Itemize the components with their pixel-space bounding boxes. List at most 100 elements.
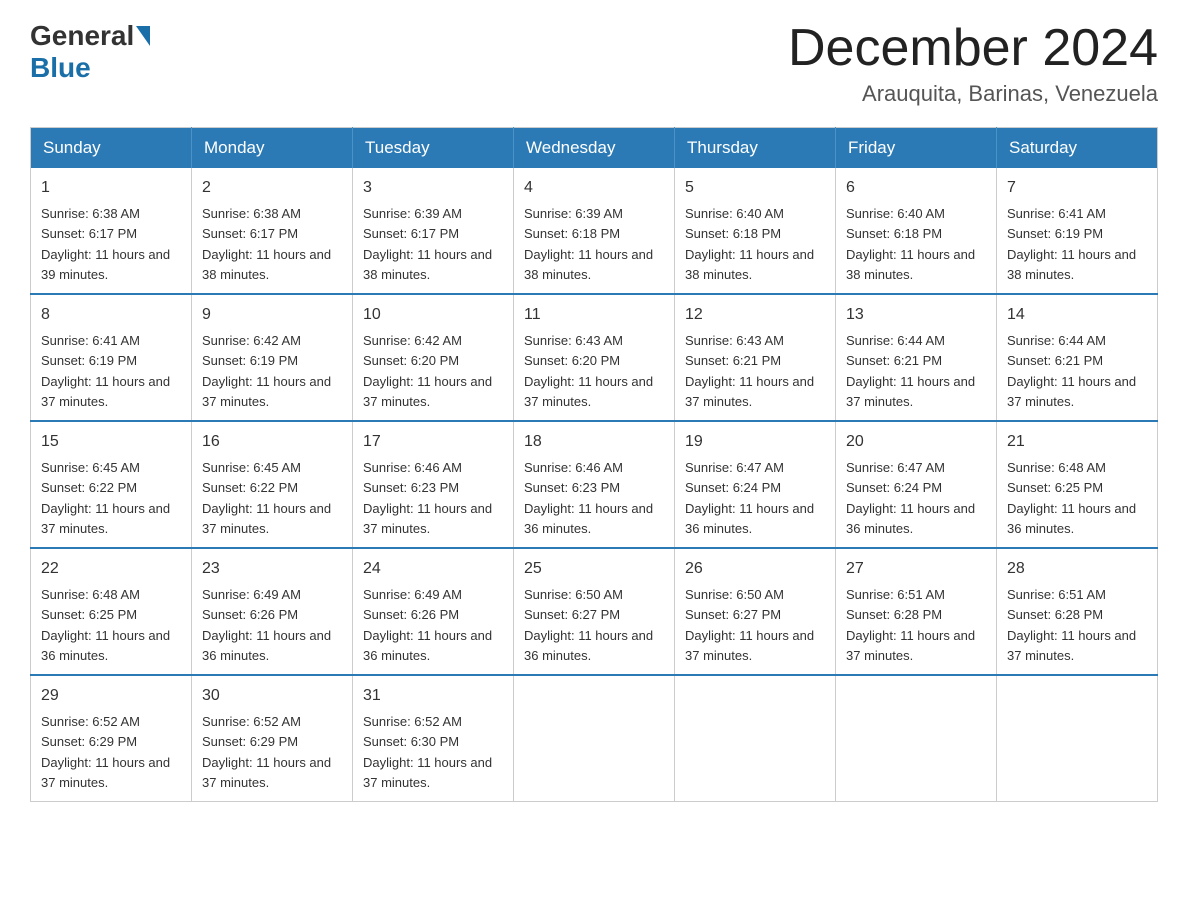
day-info: Sunrise: 6:50 AMSunset: 6:27 PMDaylight:…	[524, 587, 653, 663]
day-info: Sunrise: 6:51 AMSunset: 6:28 PMDaylight:…	[1007, 587, 1136, 663]
day-info: Sunrise: 6:52 AMSunset: 6:29 PMDaylight:…	[202, 714, 331, 790]
day-info: Sunrise: 6:49 AMSunset: 6:26 PMDaylight:…	[363, 587, 492, 663]
day-info: Sunrise: 6:48 AMSunset: 6:25 PMDaylight:…	[41, 587, 170, 663]
day-info: Sunrise: 6:38 AMSunset: 6:17 PMDaylight:…	[41, 206, 170, 282]
day-number: 26	[685, 557, 825, 581]
month-title: December 2024	[788, 20, 1158, 77]
day-info: Sunrise: 6:39 AMSunset: 6:17 PMDaylight:…	[363, 206, 492, 282]
calendar-day-cell: 16 Sunrise: 6:45 AMSunset: 6:22 PMDaylig…	[192, 421, 353, 548]
calendar-day-cell: 4 Sunrise: 6:39 AMSunset: 6:18 PMDayligh…	[514, 168, 675, 294]
day-number: 11	[524, 303, 664, 327]
calendar-day-cell: 7 Sunrise: 6:41 AMSunset: 6:19 PMDayligh…	[997, 168, 1158, 294]
day-info: Sunrise: 6:47 AMSunset: 6:24 PMDaylight:…	[846, 460, 975, 536]
calendar-week-row: 8 Sunrise: 6:41 AMSunset: 6:19 PMDayligh…	[31, 294, 1158, 421]
calendar-day-cell: 15 Sunrise: 6:45 AMSunset: 6:22 PMDaylig…	[31, 421, 192, 548]
day-info: Sunrise: 6:44 AMSunset: 6:21 PMDaylight:…	[1007, 333, 1136, 409]
calendar-week-row: 22 Sunrise: 6:48 AMSunset: 6:25 PMDaylig…	[31, 548, 1158, 675]
day-info: Sunrise: 6:41 AMSunset: 6:19 PMDaylight:…	[41, 333, 170, 409]
calendar-day-cell: 6 Sunrise: 6:40 AMSunset: 6:18 PMDayligh…	[836, 168, 997, 294]
header-tuesday: Tuesday	[353, 128, 514, 169]
day-number: 4	[524, 176, 664, 200]
day-number: 3	[363, 176, 503, 200]
day-number: 2	[202, 176, 342, 200]
day-info: Sunrise: 6:45 AMSunset: 6:22 PMDaylight:…	[41, 460, 170, 536]
day-number: 15	[41, 430, 181, 454]
day-info: Sunrise: 6:45 AMSunset: 6:22 PMDaylight:…	[202, 460, 331, 536]
day-number: 24	[363, 557, 503, 581]
day-number: 27	[846, 557, 986, 581]
day-number: 16	[202, 430, 342, 454]
calendar-day-cell: 30 Sunrise: 6:52 AMSunset: 6:29 PMDaylig…	[192, 675, 353, 802]
day-number: 14	[1007, 303, 1147, 327]
day-info: Sunrise: 6:44 AMSunset: 6:21 PMDaylight:…	[846, 333, 975, 409]
day-number: 10	[363, 303, 503, 327]
header-thursday: Thursday	[675, 128, 836, 169]
day-number: 23	[202, 557, 342, 581]
calendar-day-cell: 25 Sunrise: 6:50 AMSunset: 6:27 PMDaylig…	[514, 548, 675, 675]
day-number: 9	[202, 303, 342, 327]
calendar-day-cell: 28 Sunrise: 6:51 AMSunset: 6:28 PMDaylig…	[997, 548, 1158, 675]
day-info: Sunrise: 6:42 AMSunset: 6:20 PMDaylight:…	[363, 333, 492, 409]
day-number: 5	[685, 176, 825, 200]
calendar-day-cell: 19 Sunrise: 6:47 AMSunset: 6:24 PMDaylig…	[675, 421, 836, 548]
day-info: Sunrise: 6:39 AMSunset: 6:18 PMDaylight:…	[524, 206, 653, 282]
day-number: 28	[1007, 557, 1147, 581]
calendar-day-cell	[997, 675, 1158, 802]
calendar-day-cell: 21 Sunrise: 6:48 AMSunset: 6:25 PMDaylig…	[997, 421, 1158, 548]
day-number: 17	[363, 430, 503, 454]
logo-blue-text: Blue	[30, 52, 91, 83]
calendar-day-cell: 26 Sunrise: 6:50 AMSunset: 6:27 PMDaylig…	[675, 548, 836, 675]
day-number: 20	[846, 430, 986, 454]
calendar-day-cell: 24 Sunrise: 6:49 AMSunset: 6:26 PMDaylig…	[353, 548, 514, 675]
day-number: 25	[524, 557, 664, 581]
header-wednesday: Wednesday	[514, 128, 675, 169]
day-info: Sunrise: 6:52 AMSunset: 6:30 PMDaylight:…	[363, 714, 492, 790]
day-number: 8	[41, 303, 181, 327]
calendar-day-cell	[514, 675, 675, 802]
day-number: 21	[1007, 430, 1147, 454]
day-info: Sunrise: 6:51 AMSunset: 6:28 PMDaylight:…	[846, 587, 975, 663]
day-info: Sunrise: 6:43 AMSunset: 6:20 PMDaylight:…	[524, 333, 653, 409]
day-info: Sunrise: 6:43 AMSunset: 6:21 PMDaylight:…	[685, 333, 814, 409]
header-monday: Monday	[192, 128, 353, 169]
day-info: Sunrise: 6:38 AMSunset: 6:17 PMDaylight:…	[202, 206, 331, 282]
logo: General Blue	[30, 20, 152, 84]
calendar-day-cell: 11 Sunrise: 6:43 AMSunset: 6:20 PMDaylig…	[514, 294, 675, 421]
day-number: 31	[363, 684, 503, 708]
day-number: 29	[41, 684, 181, 708]
calendar-day-cell: 14 Sunrise: 6:44 AMSunset: 6:21 PMDaylig…	[997, 294, 1158, 421]
calendar-day-cell: 9 Sunrise: 6:42 AMSunset: 6:19 PMDayligh…	[192, 294, 353, 421]
day-info: Sunrise: 6:42 AMSunset: 6:19 PMDaylight:…	[202, 333, 331, 409]
location-text: Arauquita, Barinas, Venezuela	[788, 81, 1158, 107]
day-info: Sunrise: 6:47 AMSunset: 6:24 PMDaylight:…	[685, 460, 814, 536]
calendar-day-cell: 20 Sunrise: 6:47 AMSunset: 6:24 PMDaylig…	[836, 421, 997, 548]
day-number: 1	[41, 176, 181, 200]
calendar-day-cell: 29 Sunrise: 6:52 AMSunset: 6:29 PMDaylig…	[31, 675, 192, 802]
day-number: 19	[685, 430, 825, 454]
calendar-table: Sunday Monday Tuesday Wednesday Thursday…	[30, 127, 1158, 802]
day-number: 18	[524, 430, 664, 454]
calendar-day-cell: 31 Sunrise: 6:52 AMSunset: 6:30 PMDaylig…	[353, 675, 514, 802]
calendar-day-cell: 2 Sunrise: 6:38 AMSunset: 6:17 PMDayligh…	[192, 168, 353, 294]
day-number: 22	[41, 557, 181, 581]
calendar-day-cell: 3 Sunrise: 6:39 AMSunset: 6:17 PMDayligh…	[353, 168, 514, 294]
day-info: Sunrise: 6:41 AMSunset: 6:19 PMDaylight:…	[1007, 206, 1136, 282]
calendar-day-cell	[675, 675, 836, 802]
header-sunday: Sunday	[31, 128, 192, 169]
day-info: Sunrise: 6:40 AMSunset: 6:18 PMDaylight:…	[685, 206, 814, 282]
day-number: 30	[202, 684, 342, 708]
calendar-day-cell: 13 Sunrise: 6:44 AMSunset: 6:21 PMDaylig…	[836, 294, 997, 421]
calendar-day-cell: 17 Sunrise: 6:46 AMSunset: 6:23 PMDaylig…	[353, 421, 514, 548]
calendar-day-cell: 18 Sunrise: 6:46 AMSunset: 6:23 PMDaylig…	[514, 421, 675, 548]
logo-general-text: General	[30, 20, 134, 52]
logo-arrow-icon	[136, 26, 150, 46]
header-saturday: Saturday	[997, 128, 1158, 169]
day-number: 13	[846, 303, 986, 327]
day-number: 6	[846, 176, 986, 200]
day-info: Sunrise: 6:52 AMSunset: 6:29 PMDaylight:…	[41, 714, 170, 790]
header-friday: Friday	[836, 128, 997, 169]
day-info: Sunrise: 6:46 AMSunset: 6:23 PMDaylight:…	[524, 460, 653, 536]
calendar-week-row: 15 Sunrise: 6:45 AMSunset: 6:22 PMDaylig…	[31, 421, 1158, 548]
page-header: General Blue December 2024 Arauquita, Ba…	[30, 20, 1158, 107]
calendar-day-cell: 12 Sunrise: 6:43 AMSunset: 6:21 PMDaylig…	[675, 294, 836, 421]
